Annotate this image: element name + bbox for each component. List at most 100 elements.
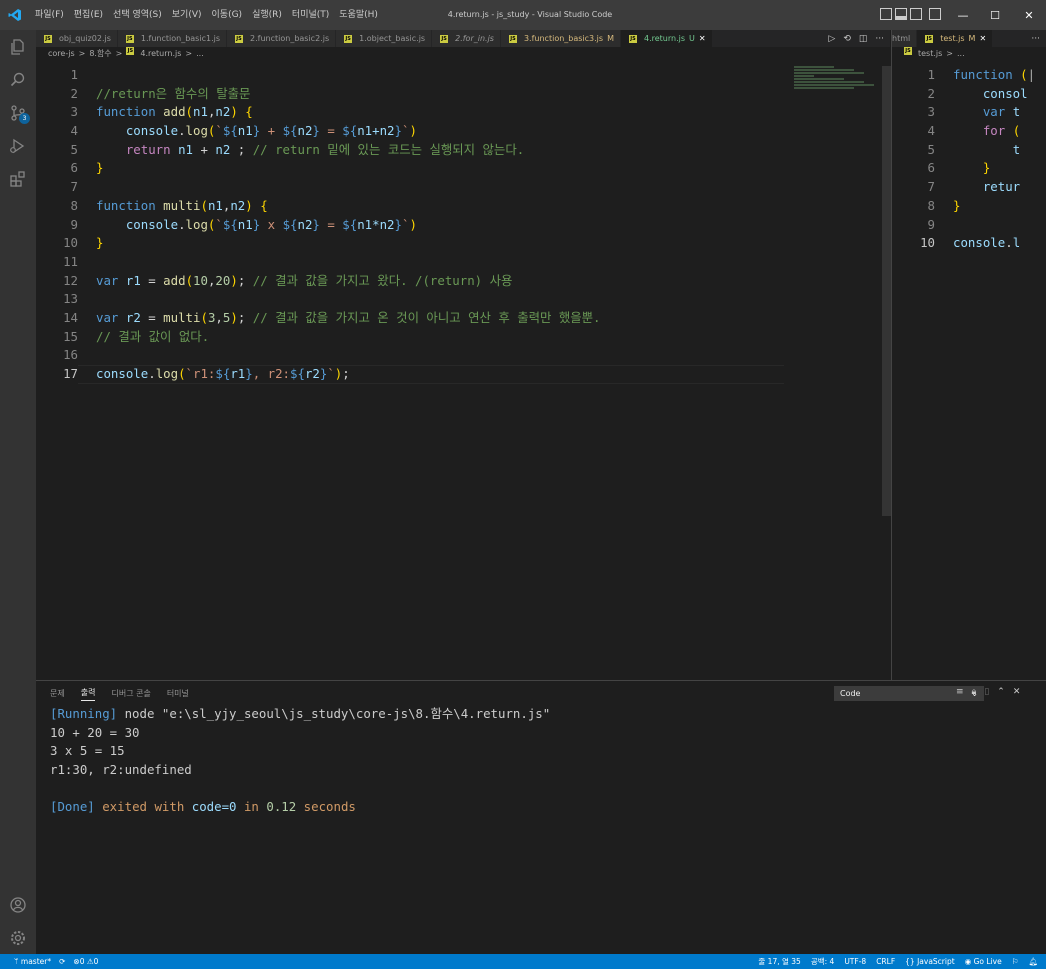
branch-indicator[interactable]: ᛘ master* (14, 957, 51, 966)
code-line[interactable]: 12 var r1 = add(10,20); // 결과 값을 가지고 왔다. … (36, 272, 601, 291)
indentation[interactable]: 공백: 4 (811, 956, 834, 967)
line-number: 14 (63, 309, 78, 325)
js-file-icon: JS (235, 34, 243, 43)
maximize-button[interactable]: ☐ (978, 0, 1012, 30)
code-line[interactable]: 9 (892, 216, 1035, 235)
code-line[interactable]: 2 //return은 함수의 탈출문 (36, 85, 601, 104)
close-tab-icon[interactable]: ✕ (979, 34, 986, 43)
run-debug-icon[interactable] (0, 129, 36, 162)
code-line[interactable]: 4 console.log(`${n1} + ${n2} = ${n1+n2}`… (36, 122, 601, 141)
code-line[interactable]: 2 consol (892, 85, 1035, 104)
tab-for-in[interactable]: JS 2.for_in.js (432, 30, 501, 47)
menu-go[interactable]: 이동(G) (207, 0, 248, 30)
line-ending[interactable]: CRLF (876, 957, 895, 966)
code-line[interactable]: 7 (36, 178, 601, 197)
extensions-icon[interactable] (0, 162, 36, 195)
menu-run[interactable]: 실행(R) (247, 0, 287, 30)
code-line[interactable]: 7 retur (892, 178, 1035, 197)
code-editor-right[interactable]: 1 function (| 2 consol 3 var t4 for (5 t6 }… (892, 66, 1035, 253)
breadcrumb-folder[interactable]: 8.함수 (89, 47, 111, 61)
tab-function-basic3[interactable]: JS 3.function_basic3.js M (500, 30, 621, 47)
code-line[interactable]: 11 (36, 253, 601, 272)
tab-html[interactable]: html (892, 30, 918, 47)
code-line[interactable]: 3 function add(n1,n2) { (36, 103, 601, 122)
settings-gear-icon[interactable] (0, 921, 36, 954)
lock-scroll-icon[interactable]: 🔒︎ (972, 687, 977, 697)
code-line[interactable]: 10} (36, 234, 601, 253)
more-actions-icon[interactable]: ··· (875, 34, 884, 44)
menu-file[interactable]: 파일(F) (30, 0, 69, 30)
feedback-icon[interactable]: ⚐ (1012, 957, 1019, 966)
problems-indicator[interactable]: ⊗0 ⚠0 (73, 957, 98, 966)
accounts-icon[interactable] (0, 888, 36, 921)
menu-selection[interactable]: 선택 영역(S) (108, 0, 167, 30)
language-mode[interactable]: {} JavaScript (905, 957, 955, 966)
breadcrumb-symbol[interactable]: ... (196, 47, 204, 61)
menu-help[interactable]: 도움말(H) (334, 0, 383, 30)
code-line[interactable]: 6} (36, 159, 601, 178)
breadcrumb-file[interactable]: test.js (918, 47, 942, 61)
close-window-button[interactable]: ✕ (1012, 0, 1046, 30)
code-line[interactable]: 1 function (| (892, 66, 1036, 85)
tab-function-basic1[interactable]: JS 1.function_basic1.js (117, 30, 227, 47)
minimap[interactable] (794, 66, 884, 96)
code-line[interactable]: 8 function multi(n1,n2) { (36, 197, 601, 216)
code-line[interactable]: 15 // 결과 값이 없다. (36, 328, 601, 347)
source-control-icon[interactable]: 3 (0, 96, 36, 129)
tab-object-basic[interactable]: JS 1.object_basic.js (336, 30, 433, 47)
close-panel-icon[interactable]: ✕ (1013, 687, 1021, 697)
code-line[interactable]: 13 (36, 290, 601, 309)
go-live-button[interactable]: ◉ Go Live (965, 957, 1002, 966)
sync-icon[interactable]: ⟳ (59, 957, 65, 966)
menu-terminal[interactable]: 터미널(T) (287, 0, 334, 30)
breadcrumb-folder[interactable]: core-js (48, 47, 75, 61)
customize-layout-icon[interactable] (929, 8, 941, 20)
code-line[interactable]: 6 } (892, 159, 1035, 178)
open-changes-icon[interactable]: ⟲ (843, 34, 851, 44)
encoding[interactable]: UTF-8 (844, 957, 866, 966)
code-line[interactable]: 16 (36, 346, 601, 365)
menu-edit[interactable]: 편집(E) (69, 0, 108, 30)
code-line[interactable]: 14 var r2 = multi(3,5); // 결과 값을 가지고 온 것이… (36, 309, 600, 328)
split-editor-icon[interactable]: ◫ (859, 34, 868, 44)
editor-scrollbar[interactable] (882, 66, 891, 516)
code-line[interactable]: 5 t (892, 141, 1035, 160)
breadcrumb-symbol[interactable]: ... (957, 47, 965, 61)
code-line[interactable]: 5 return n1 + n2 ; // return 밑에 있는 코드는 실… (36, 141, 601, 160)
code-line[interactable]: 3 var t (892, 103, 1035, 122)
breadcrumb-file[interactable]: 4.return.js (140, 47, 181, 61)
tab-function-basic2[interactable]: JS 2.function_basic2.js (227, 30, 337, 47)
code-line[interactable]: 9 console.log(`${n1} x ${n2} = ${n1*n2}`… (36, 216, 601, 235)
tab-debug-console[interactable]: 디버그 콘솔 (111, 688, 150, 699)
tab-obj-quiz02[interactable]: JS obj_quiz02.js (36, 30, 118, 47)
code-line[interactable]: 10 console.l (892, 234, 1035, 253)
line-number: 1 (927, 67, 935, 82)
menu-view[interactable]: 보기(V) (167, 0, 207, 30)
toggle-secondary-sidebar-icon[interactable] (910, 8, 922, 20)
tab-return[interactable]: JS 4.return.js U ✕ (620, 30, 713, 47)
search-icon[interactable] (0, 63, 36, 96)
code-line[interactable]: 1 (36, 66, 601, 85)
cursor-position[interactable]: 줄 17, 열 35 (758, 956, 800, 967)
more-actions-icon[interactable]: ··· (1031, 34, 1040, 44)
close-tab-icon[interactable]: ✕ (699, 34, 706, 43)
explorer-icon[interactable] (0, 30, 36, 63)
run-code-icon[interactable]: ▷ (828, 34, 835, 44)
minimize-button[interactable]: — (948, 0, 978, 30)
open-log-icon[interactable]: ▯ (984, 687, 989, 697)
code-line[interactable]: 4 for ( (892, 122, 1035, 141)
maximize-panel-icon[interactable]: ⌃ (997, 687, 1005, 697)
clear-output-icon[interactable]: ≡ (956, 687, 964, 697)
tab-output[interactable]: 출력 (80, 687, 96, 701)
tab-problems[interactable]: 문제 (50, 688, 65, 699)
tab-terminal[interactable]: 터미널 (167, 688, 189, 699)
toggle-sidebar-icon[interactable] (880, 8, 892, 20)
code-text: // 결과 값이 없다. (96, 328, 210, 344)
code-line[interactable]: 8} (892, 197, 1035, 216)
code-editor[interactable]: 1 2//return은 함수의 탈출문 3 function add(n1,n2) … (36, 66, 784, 384)
output-log[interactable]: [Running] node "e:\sl_yjy_seoul\js_study… (50, 705, 550, 817)
toggle-panel-icon[interactable] (895, 8, 907, 20)
tab-test-js[interactable]: JS test.js M ✕ (917, 30, 994, 47)
notifications-icon[interactable]: 🔔︎ (1028, 957, 1038, 966)
